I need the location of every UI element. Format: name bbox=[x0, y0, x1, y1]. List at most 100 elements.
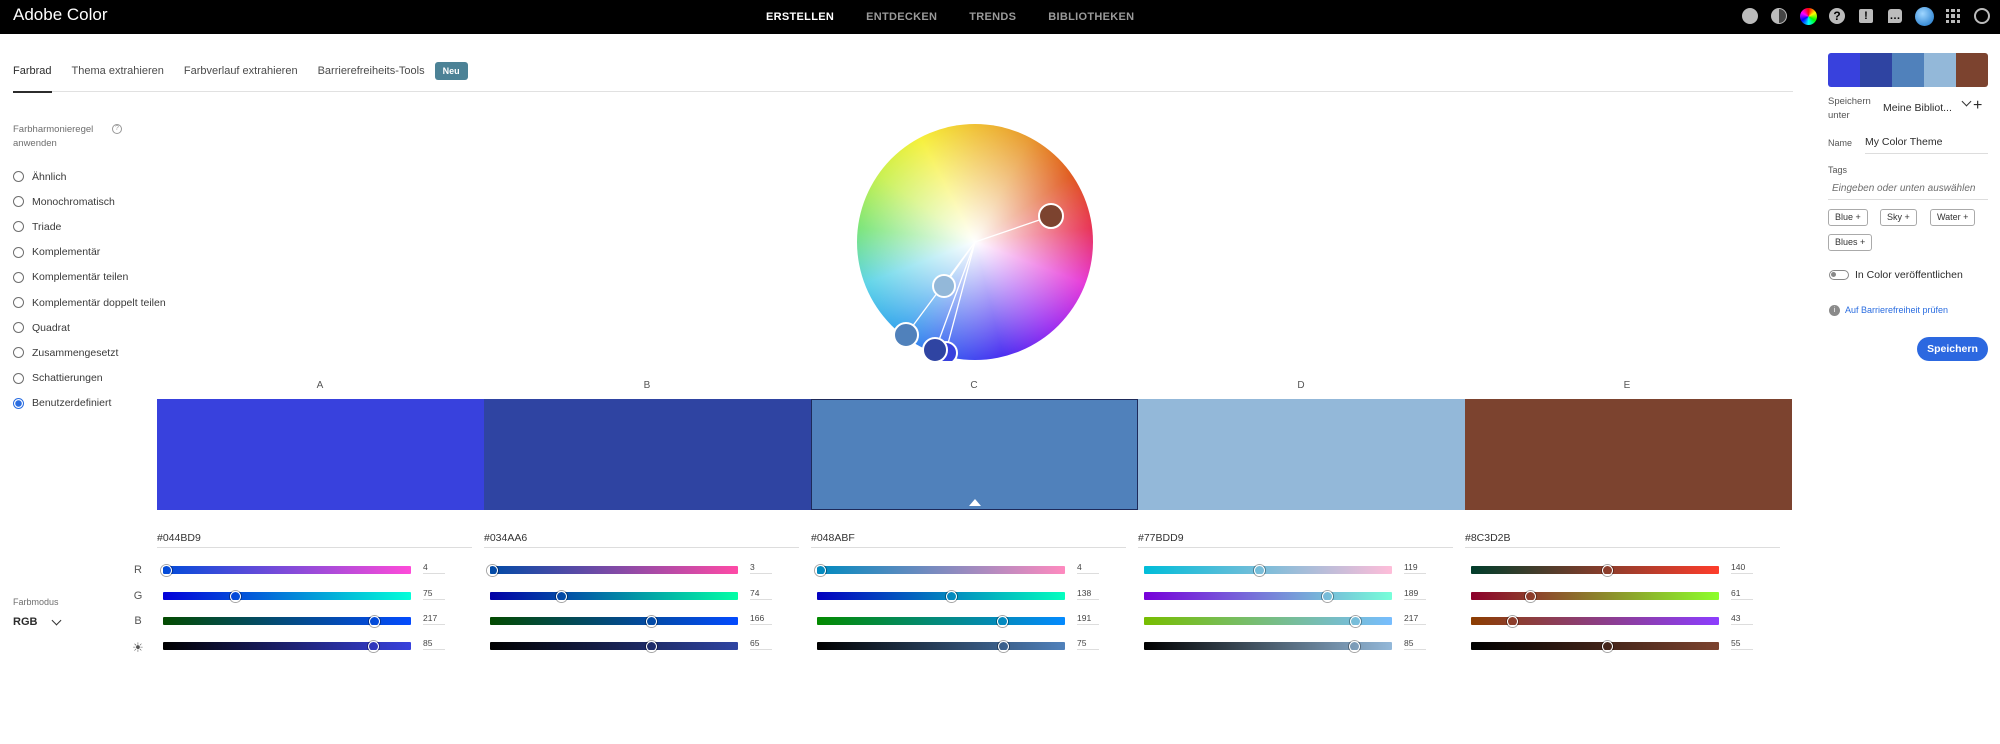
radio-icon[interactable] bbox=[13, 372, 24, 384]
green-value-c[interactable]: 138 bbox=[1077, 588, 1099, 600]
color-wheel-icon[interactable] bbox=[1798, 6, 1818, 26]
color-handle-c[interactable] bbox=[893, 322, 919, 348]
nav-trends[interactable]: TRENDS bbox=[969, 0, 1016, 34]
publish-toggle[interactable] bbox=[1829, 270, 1849, 280]
color-swatch-e[interactable] bbox=[1465, 399, 1792, 510]
color-handle-b[interactable] bbox=[922, 337, 948, 361]
green-slider-b[interactable] bbox=[490, 590, 738, 602]
app-title[interactable]: Adobe Color bbox=[13, 5, 108, 25]
rule-komplementaer-teilen[interactable]: Komplementär teilen bbox=[13, 265, 166, 290]
library-select[interactable]: Meine Bibliot... bbox=[1883, 102, 1952, 114]
red-slider-d[interactable] bbox=[1144, 564, 1392, 576]
slider-handle[interactable] bbox=[556, 590, 568, 602]
radio-icon[interactable] bbox=[13, 271, 24, 283]
slider-handle[interactable] bbox=[1507, 615, 1519, 627]
tab-farbverlauf-extrahieren[interactable]: Farbverlauf extrahieren bbox=[184, 60, 298, 92]
color-handle-e[interactable] bbox=[1038, 203, 1064, 229]
hex-input-e[interactable]: #8C3D2B bbox=[1465, 532, 1780, 548]
nav-entdecken[interactable]: ENTDECKEN bbox=[866, 0, 937, 34]
color-swatch-c[interactable] bbox=[811, 399, 1138, 510]
blue-value-d[interactable]: 217 bbox=[1404, 613, 1426, 625]
info-icon[interactable]: ? bbox=[112, 124, 122, 134]
color-swatch-d[interactable] bbox=[1138, 399, 1465, 510]
slider-handle[interactable] bbox=[1524, 590, 1536, 602]
rule-aehnlich[interactable]: Ähnlich bbox=[13, 164, 166, 189]
slider-handle[interactable] bbox=[1601, 640, 1613, 652]
slider-handle[interactable] bbox=[1322, 590, 1334, 602]
rule-komplementaer[interactable]: Komplementär bbox=[13, 240, 166, 265]
brightness-value-c[interactable]: 75 bbox=[1077, 638, 1099, 650]
nav-bibliotheken[interactable]: BIBLIOTHEKEN bbox=[1048, 0, 1134, 34]
slider-handle[interactable] bbox=[368, 615, 380, 627]
blue-value-b[interactable]: 166 bbox=[750, 613, 772, 625]
tag-blues[interactable]: Blues + bbox=[1828, 234, 1873, 251]
brightness-value-e[interactable]: 55 bbox=[1731, 638, 1753, 650]
slider-handle[interactable] bbox=[645, 615, 657, 627]
green-value-d[interactable]: 189 bbox=[1404, 588, 1426, 600]
apps-grid-icon[interactable] bbox=[1943, 6, 1963, 26]
slider-handle[interactable] bbox=[945, 590, 957, 602]
rule-monochromatisch[interactable]: Monochromatisch bbox=[13, 189, 166, 214]
red-slider-c[interactable] bbox=[815, 564, 1065, 576]
green-slider-a[interactable] bbox=[163, 590, 411, 602]
radio-icon[interactable] bbox=[13, 246, 24, 258]
brightness-slider-b[interactable] bbox=[490, 640, 738, 652]
red-slider-a[interactable] bbox=[161, 564, 411, 576]
radio-icon[interactable] bbox=[13, 221, 24, 233]
tab-barrierefreiheits-tools[interactable]: Barrierefreiheits-Tools bbox=[318, 60, 425, 92]
blue-slider-b[interactable] bbox=[490, 615, 738, 627]
blue-value-a[interactable]: 217 bbox=[423, 613, 445, 625]
slider-handle[interactable] bbox=[645, 640, 657, 652]
tag-water[interactable]: Water + bbox=[1930, 209, 1976, 226]
help-icon[interactable]: ? bbox=[1827, 6, 1847, 26]
slider-handle[interactable] bbox=[997, 640, 1009, 652]
color-swatch-a[interactable] bbox=[157, 399, 484, 510]
green-value-b[interactable]: 74 bbox=[750, 588, 772, 600]
red-value-e[interactable]: 140 bbox=[1731, 562, 1753, 574]
radio-icon[interactable] bbox=[13, 347, 24, 359]
creative-cloud-icon[interactable] bbox=[1972, 6, 1992, 26]
rule-komplementaer-doppelt-teilen[interactable]: Komplementär doppelt teilen bbox=[13, 290, 166, 315]
radio-icon[interactable] bbox=[13, 322, 24, 334]
brightness-value-b[interactable]: 65 bbox=[750, 638, 772, 650]
blue-slider-d[interactable] bbox=[1144, 615, 1392, 627]
brightness-value-a[interactable]: 85 bbox=[423, 638, 445, 650]
brightness-slider-e[interactable] bbox=[1471, 640, 1719, 652]
brightness-slider-c[interactable] bbox=[817, 640, 1065, 652]
green-slider-e[interactable] bbox=[1471, 590, 1719, 602]
tab-farbrad[interactable]: Farbrad bbox=[13, 60, 52, 93]
slider-handle[interactable] bbox=[368, 640, 380, 652]
blue-slider-e[interactable] bbox=[1471, 615, 1719, 627]
color-mode-select[interactable]: RGB bbox=[13, 615, 62, 628]
red-slider-b[interactable] bbox=[487, 564, 738, 576]
nav-erstellen[interactable]: ERSTELLEN bbox=[766, 0, 834, 34]
save-button[interactable]: Speichern bbox=[1917, 337, 1988, 361]
green-slider-d[interactable] bbox=[1144, 590, 1392, 602]
hex-input-d[interactable]: #77BDD9 bbox=[1138, 532, 1453, 548]
slider-handle[interactable] bbox=[230, 590, 242, 602]
color-wheel[interactable] bbox=[856, 123, 1094, 361]
blue-value-c[interactable]: 191 bbox=[1077, 613, 1099, 625]
slider-handle[interactable] bbox=[161, 564, 173, 576]
rule-schattierungen[interactable]: Schattierungen bbox=[13, 366, 166, 391]
slider-handle[interactable] bbox=[487, 564, 499, 576]
slider-handle[interactable] bbox=[997, 615, 1009, 627]
slider-handle[interactable] bbox=[1254, 564, 1266, 576]
hex-input-b[interactable]: #034AA6 bbox=[484, 532, 799, 548]
slider-handle[interactable] bbox=[1349, 640, 1361, 652]
hex-input-a[interactable]: #044BD9 bbox=[157, 532, 472, 548]
color-swatch-b[interactable] bbox=[484, 399, 811, 510]
brightness-slider-a[interactable] bbox=[163, 640, 411, 652]
red-slider-e[interactable] bbox=[1471, 564, 1719, 576]
contrast-icon[interactable] bbox=[1769, 6, 1789, 26]
hex-input-c[interactable]: #048ABF bbox=[811, 532, 1126, 548]
radio-icon[interactable] bbox=[13, 397, 24, 409]
chat-icon[interactable]: … bbox=[1885, 6, 1905, 26]
red-value-b[interactable]: 3 bbox=[750, 562, 772, 574]
alert-icon[interactable]: ! bbox=[1856, 6, 1876, 26]
theme-name-input[interactable]: My Color Theme bbox=[1865, 136, 1988, 154]
rule-quadrat[interactable]: Quadrat bbox=[13, 315, 166, 340]
slider-handle[interactable] bbox=[815, 564, 827, 576]
tab-thema-extrahieren[interactable]: Thema extrahieren bbox=[72, 60, 164, 92]
green-slider-c[interactable] bbox=[817, 590, 1065, 602]
